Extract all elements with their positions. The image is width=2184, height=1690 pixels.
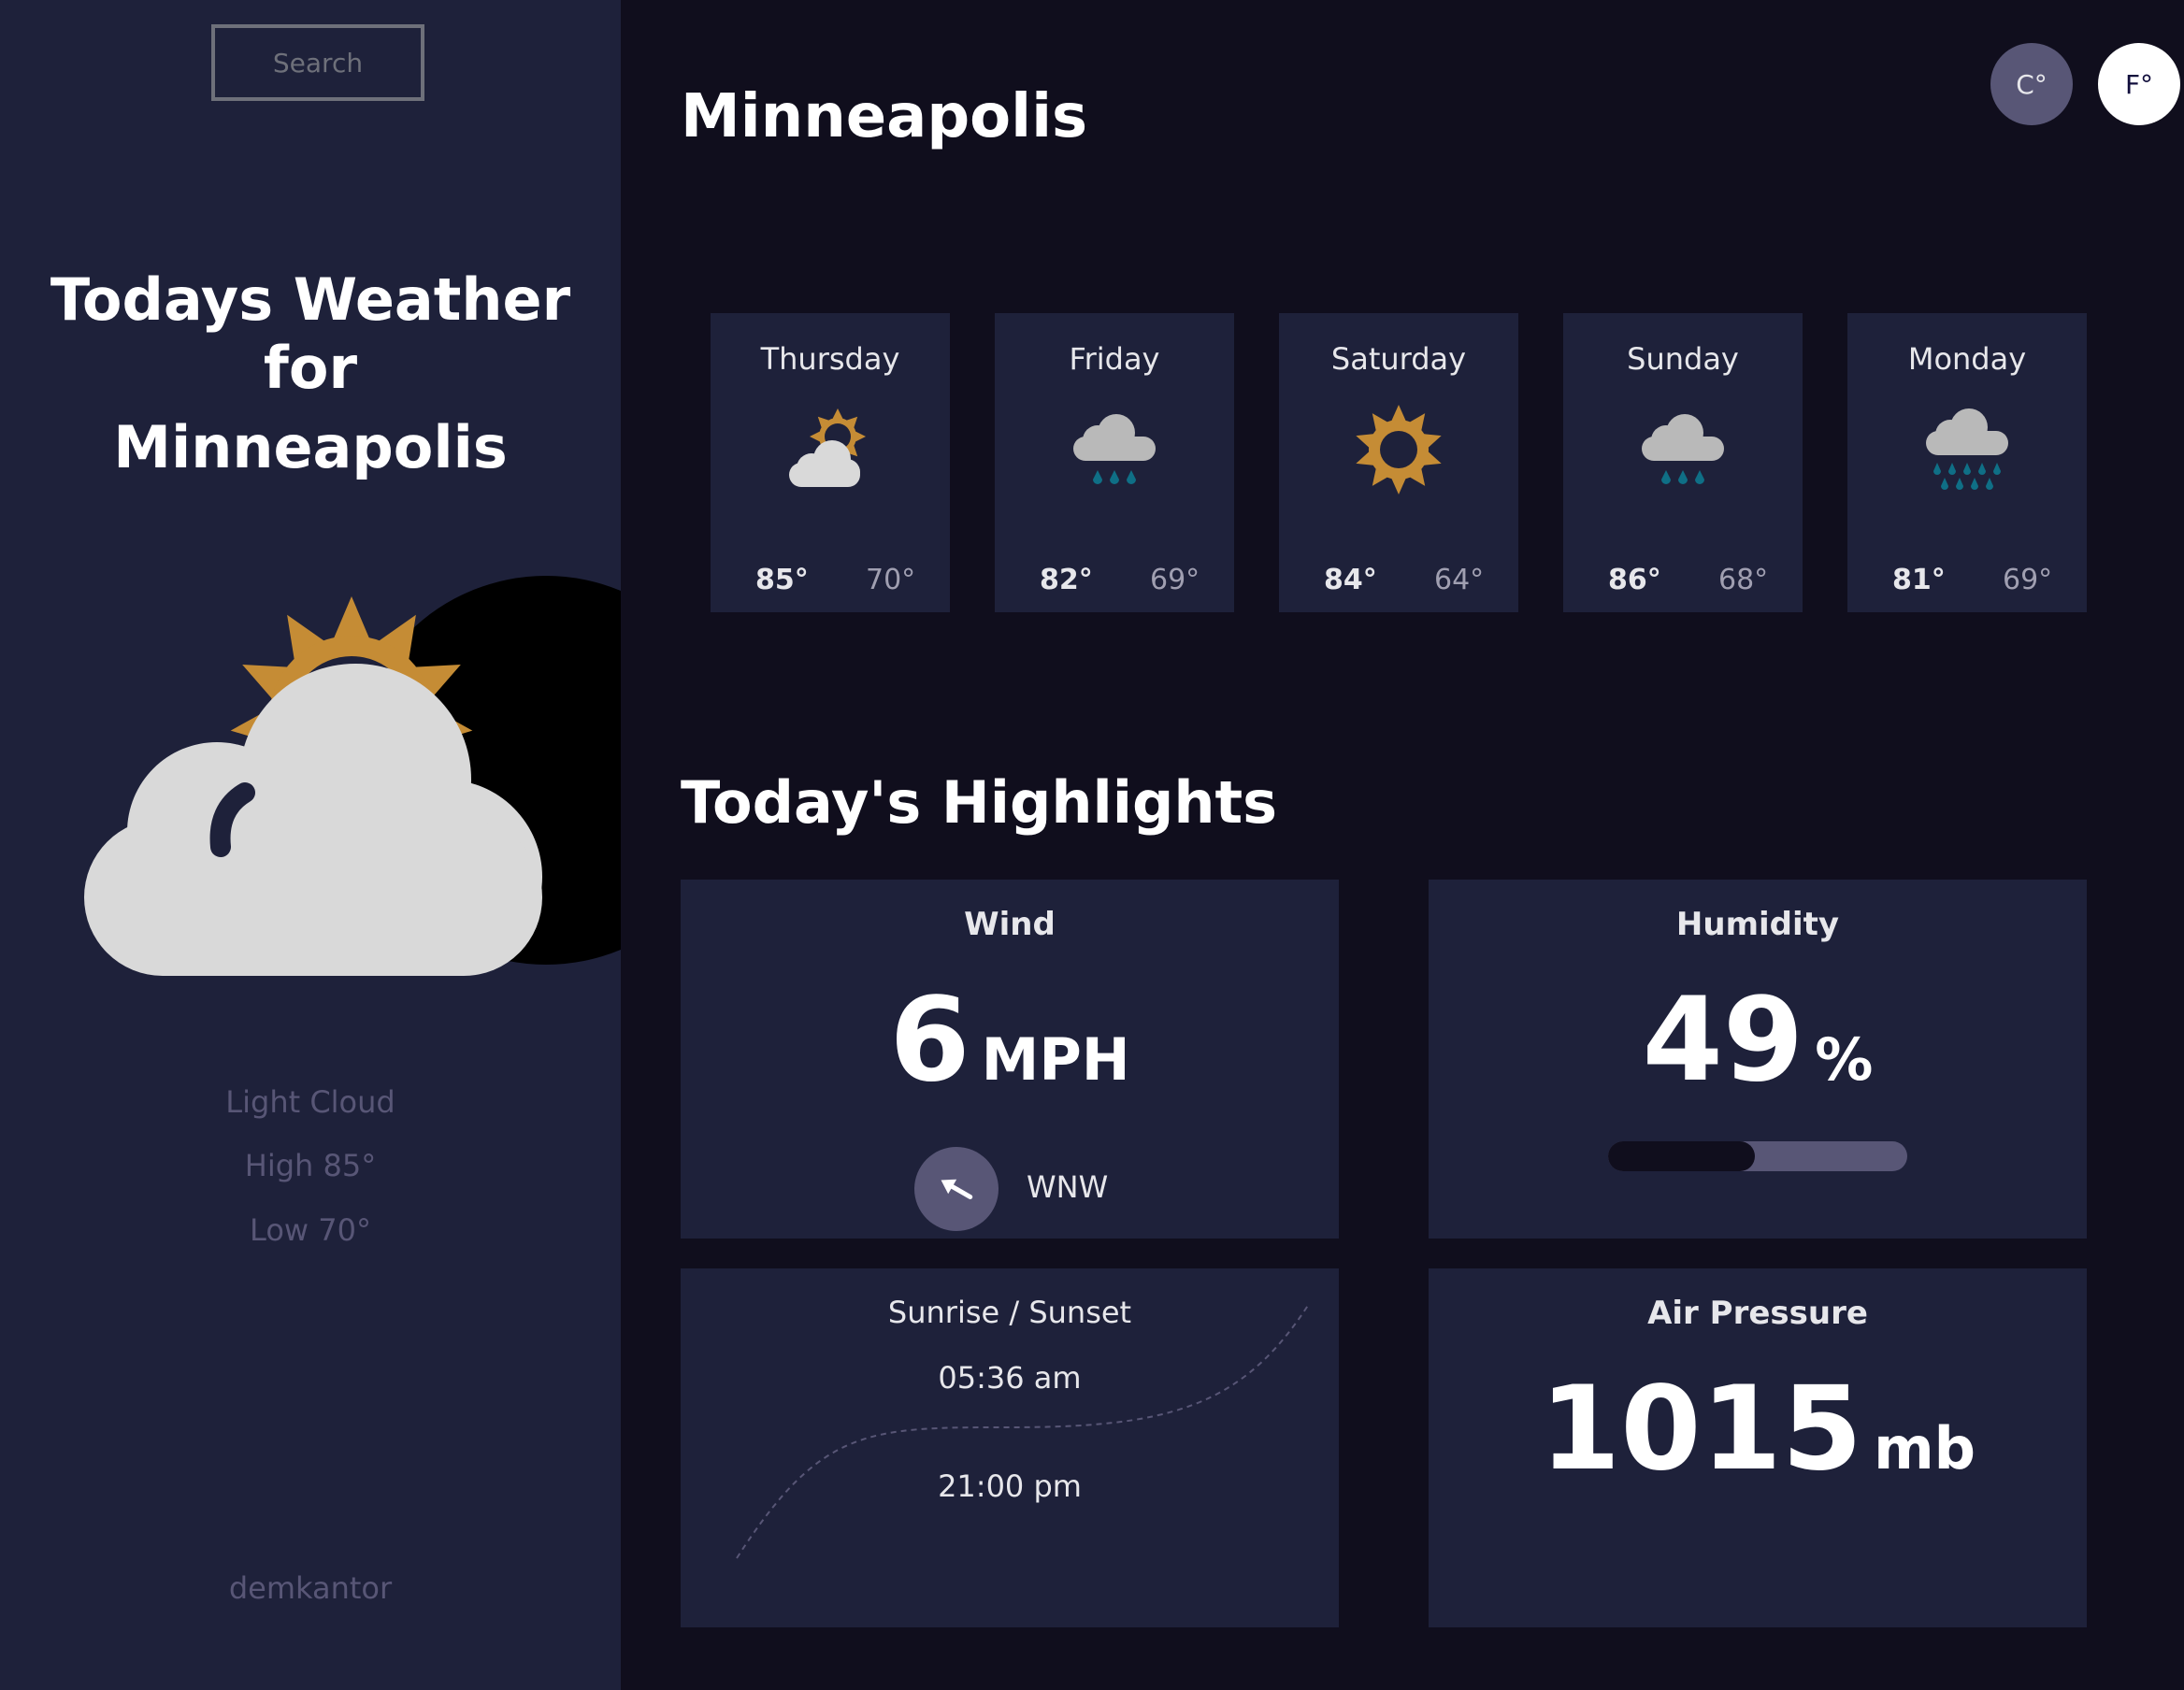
forecast-day: Friday	[1069, 341, 1160, 377]
forecast-high: 86°	[1608, 564, 1661, 596]
sunrise-sunset-card: Sunrise / Sunset 05:36 am 21:00 pm	[681, 1268, 1339, 1627]
arrow-icon	[941, 1179, 973, 1199]
highlights-title: Today's Highlights	[681, 768, 1278, 837]
sunrise-time: 05:36 am	[938, 1360, 1082, 1396]
sidebar-title: Todays Weather for	[50, 265, 571, 402]
clear-sun-icon	[1356, 405, 1442, 494]
light-rain-icon	[1073, 414, 1156, 484]
air-pressure-card: Air Pressure 1015 mb	[1429, 1268, 2087, 1627]
forecast-day: Sunday	[1627, 341, 1739, 377]
humidity-card: Humidity 49%	[1429, 880, 2087, 1239]
author-credit[interactable]: demkantor	[0, 1570, 621, 1606]
forecast-day: Saturday	[1330, 341, 1467, 377]
search-button[interactable]: Search	[211, 24, 424, 101]
wind-speed: 6	[889, 973, 970, 1108]
sunset-time: 21:00 pm	[938, 1468, 1082, 1504]
pressure-number: 1015	[1539, 1362, 1863, 1497]
forecast-card: Sunday 86° 68°	[1563, 313, 1803, 612]
wind-direction: WNW	[1027, 1169, 1109, 1205]
forecast-card: Thursday 85° 70°	[711, 313, 950, 612]
forecast-low: 70°	[866, 564, 916, 596]
forecast-high: 84°	[1324, 564, 1377, 596]
pressure-title: Air Pressure	[1647, 1295, 1868, 1332]
forecast-low: 69°	[1150, 564, 1200, 596]
forecast-low: 68°	[1718, 564, 1769, 596]
light-rain-icon	[1642, 414, 1724, 484]
humidity-value: 49%	[1429, 973, 2087, 1108]
forecast-low: 64°	[1434, 564, 1485, 596]
heavy-rain-icon	[1926, 408, 2008, 490]
forecast-card: Saturday 84° 64°	[1279, 313, 1518, 612]
sun-title: Sunrise / Sunset	[887, 1295, 1132, 1330]
wind-title: Wind	[964, 906, 1056, 943]
pressure-unit: mb	[1874, 1414, 1976, 1482]
wind-value: 6 MPH	[681, 973, 1339, 1108]
forecast-high: 85°	[755, 564, 809, 596]
today-low: Low 70°	[250, 1212, 371, 1248]
pressure-value: 1015 mb	[1429, 1362, 2087, 1497]
humidity-bar	[1608, 1141, 1907, 1171]
forecast-card: Monday 81° 69°	[1847, 313, 2087, 612]
celsius-button[interactable]: C°	[1990, 43, 2073, 125]
light-cloud-icon	[84, 576, 621, 976]
city-title: Minneapolis	[681, 82, 1088, 151]
wind-direction-icon	[914, 1147, 999, 1231]
humidity-unit: %	[1815, 1025, 1874, 1094]
fahrenheit-button[interactable]: F°	[2098, 43, 2180, 125]
forecast-card: Friday 82° 69°	[995, 313, 1234, 612]
wind-unit: MPH	[981, 1025, 1130, 1094]
today-high: High 85°	[244, 1148, 377, 1183]
light-cloud-icon	[789, 408, 866, 487]
forecast-high: 81°	[1892, 564, 1946, 596]
wind-card: Wind 6 MPH WNW	[681, 880, 1339, 1239]
weather-condition: Light Cloud	[225, 1084, 395, 1120]
forecast-low: 69°	[2003, 564, 2053, 596]
forecast-day: Thursday	[760, 341, 900, 377]
sidebar-city: Minneapolis	[113, 413, 508, 481]
humidity-bar-fill	[1608, 1141, 1755, 1171]
humidity-title: Humidity	[1675, 906, 1840, 943]
humidity-number: 49	[1642, 973, 1804, 1108]
sidebar: Search Todays Weather for Minneapolis Li…	[0, 0, 621, 1690]
forecast-high: 82°	[1040, 564, 1093, 596]
forecast-day: Monday	[1907, 341, 2027, 377]
